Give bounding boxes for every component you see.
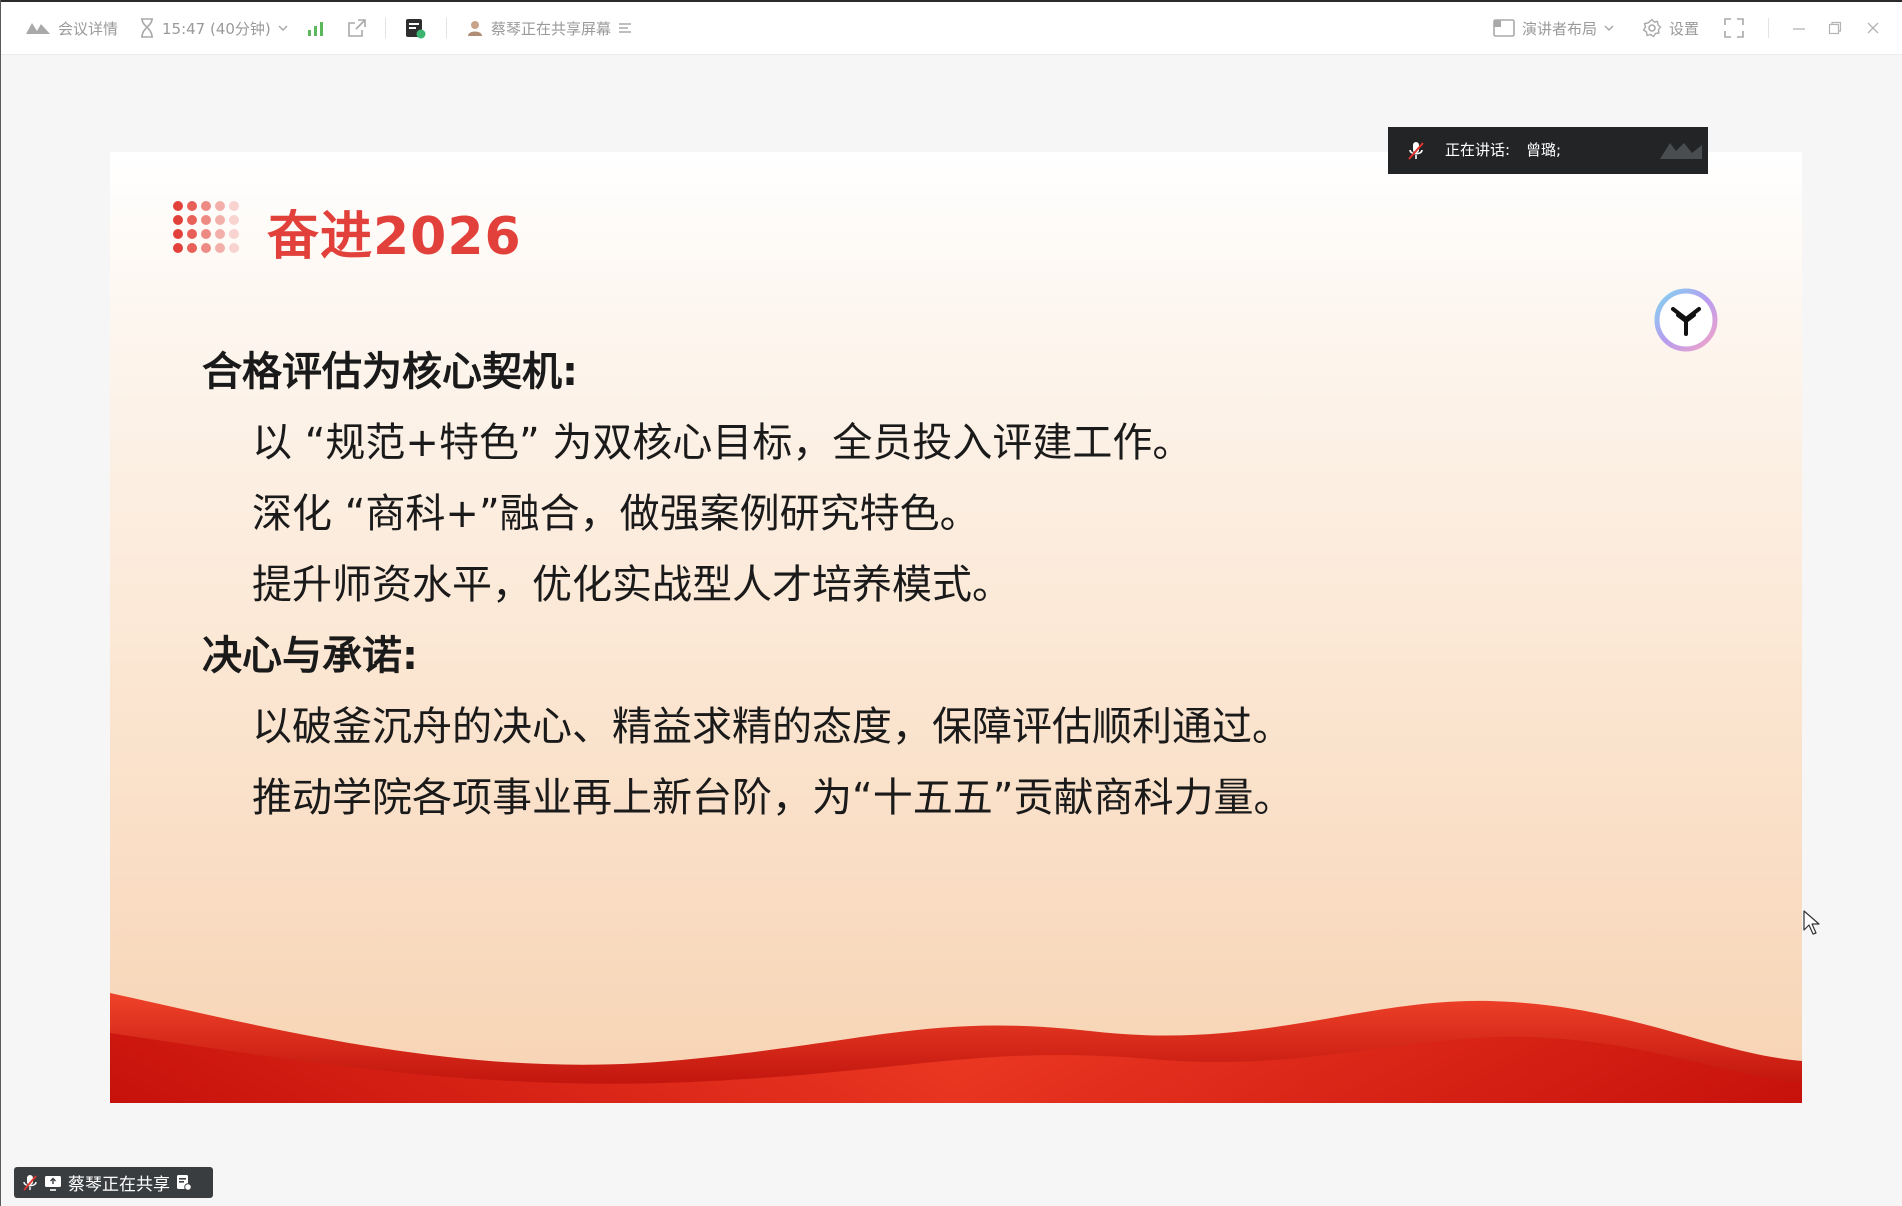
minimize-icon xyxy=(1792,21,1806,35)
speaking-label: 正在讲话: xyxy=(1445,141,1511,159)
meeting-timer-button[interactable]: 15:47 (40分钟) xyxy=(139,2,288,54)
restore-icon xyxy=(1828,21,1842,35)
presenter-layout-button[interactable]: 演讲者布局 xyxy=(1493,2,1614,54)
dots-logo-icon xyxy=(173,201,239,253)
signal-bars-icon xyxy=(307,20,325,36)
chevron-down-icon xyxy=(278,24,288,32)
shared-screen-slide: 奋进2026 合格评估为核心契机: 以 “规范+特色” 为双核心目标，全员投入评… xyxy=(110,152,1802,1103)
meeting-details-label: 会议详情 xyxy=(58,19,119,38)
microphone-muted-icon xyxy=(22,1174,38,1192)
menu-lines-icon xyxy=(618,21,632,35)
slide-body: 合格评估为核心契机: 以 “规范+特色” 为双核心目标，全员投入评建工作。 深化… xyxy=(202,337,1293,834)
screen-share-icon xyxy=(44,1175,62,1191)
chevron-down-icon xyxy=(1604,24,1614,32)
sharing-indicator-label: 蔡琴正在共享 xyxy=(68,1175,170,1195)
speaker-name: 曾璐; xyxy=(1526,141,1562,159)
sharing-status-label: 蔡琴正在共享屏幕 xyxy=(491,19,612,38)
toolbar-divider xyxy=(1768,18,1769,38)
document-edit-icon xyxy=(176,1174,192,1191)
external-link-icon xyxy=(347,18,367,38)
section-heading: 决心与承诺: xyxy=(202,633,418,679)
slide-title: 奋进2026 xyxy=(267,207,522,267)
meeting-details-button[interactable]: 会议详情 xyxy=(25,2,118,54)
whiteboard-button[interactable] xyxy=(404,2,426,54)
bullet-line: 提升师资水平，优化实战型人才培养模式。 xyxy=(252,562,1012,608)
active-speaker-banner: 正在讲话: 曾璐; xyxy=(1388,127,1708,174)
meeting-timer-label: 15:47 (40分钟) xyxy=(162,19,271,38)
close-icon xyxy=(1866,21,1880,35)
bullet-line: 推动学院各项事业再上新台阶，为“十五五”贡献商科力量。 xyxy=(252,775,1294,821)
popout-button[interactable] xyxy=(347,2,367,54)
sharing-status-button[interactable]: 蔡琴正在共享屏幕 xyxy=(466,2,632,54)
settings-button[interactable]: 设置 xyxy=(1642,2,1699,54)
sharing-indicator-pill[interactable]: 蔡琴正在共享 xyxy=(14,1167,213,1198)
section-heading: 合格评估为核心契机: xyxy=(202,349,578,395)
presenter-layout-label: 演讲者布局 xyxy=(1522,19,1598,38)
close-button[interactable] xyxy=(1861,2,1885,54)
toolbar-divider xyxy=(385,18,386,38)
document-edit-icon xyxy=(404,17,426,39)
microphone-muted-icon xyxy=(1406,140,1426,166)
fullscreen-icon xyxy=(1724,18,1744,38)
bullet-line: 深化 “商科+”融合，做强案例研究特色。 xyxy=(252,491,980,537)
audio-wave-icon xyxy=(1658,139,1704,167)
bullet-line: 以破釜沉舟的决心、精益求精的态度，保障评估顺利通过。 xyxy=(252,704,1292,750)
bullet-line: 以 “规范+特色” 为双核心目标，全员投入评建工作。 xyxy=(252,420,1193,466)
meeting-window: 会议详情 15:47 (40分钟) 蔡琴正在共享屏幕 演讲者布局 设置 奋进20… xyxy=(0,0,1902,1206)
layout-icon xyxy=(1493,18,1515,38)
minimize-button[interactable] xyxy=(1787,2,1811,54)
presenter-avatar-icon xyxy=(466,19,484,37)
meeting-toolbar: 会议详情 15:47 (40分钟) 蔡琴正在共享屏幕 演讲者布局 设置 xyxy=(1,2,1902,55)
mouse-cursor-icon xyxy=(1803,910,1820,935)
restore-button[interactable] xyxy=(1823,2,1847,54)
fullscreen-button[interactable] xyxy=(1724,2,1744,54)
meeting-logo-icon xyxy=(25,20,51,36)
settings-label: 设置 xyxy=(1669,19,1700,38)
network-signal-button[interactable] xyxy=(307,2,325,54)
red-ribbon-decoration xyxy=(110,993,1802,1103)
app-badge-icon xyxy=(1654,288,1718,352)
hourglass-icon xyxy=(139,18,155,38)
gear-icon xyxy=(1642,18,1662,38)
toolbar-divider xyxy=(446,18,447,38)
